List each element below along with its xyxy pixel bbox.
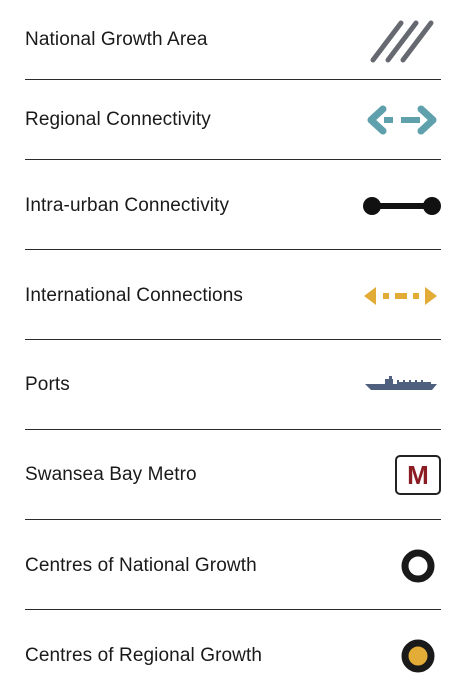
legend-label: Intra-urban Connectivity	[25, 195, 230, 216]
legend-item-swansea-bay-metro: Swansea Bay Metro M	[25, 435, 441, 515]
map-legend: National Growth Area Regional Connectivi…	[0, 0, 450, 676]
divider	[25, 249, 441, 250]
filled-ring-icon	[331, 626, 441, 686]
legend-item-international-connections: International Connections	[25, 256, 441, 336]
connector-line-icon	[331, 176, 441, 236]
divider	[25, 159, 441, 160]
dotted-arrow-icon	[331, 266, 441, 326]
metro-badge: M	[395, 455, 441, 495]
legend-item-regional-connectivity: Regional Connectivity	[25, 80, 441, 160]
legend-label: Centres of National Growth	[25, 555, 257, 576]
legend-item-intra-urban-connectivity: Intra-urban Connectivity	[25, 166, 441, 246]
divider	[25, 519, 441, 520]
legend-label: Centres of Regional Growth	[25, 645, 263, 666]
legend-item-centres-of-regional-growth: Centres of Regional Growth	[25, 616, 441, 696]
legend-label: Ports	[25, 374, 70, 395]
legend-label: National Growth Area	[25, 29, 208, 50]
legend-item-ports: Ports	[25, 345, 441, 425]
legend-item-centres-of-national-growth: Centres of National Growth	[25, 526, 441, 606]
legend-item-national-growth-area: National Growth Area	[25, 0, 441, 80]
legend-label: Regional Connectivity	[25, 109, 211, 130]
divider	[25, 429, 441, 430]
divider	[25, 609, 441, 610]
metro-icon: M	[331, 445, 441, 505]
legend-label: International Connections	[25, 285, 243, 306]
ship-icon	[331, 355, 441, 415]
metro-letter: M	[407, 460, 429, 490]
ring-icon	[331, 536, 441, 596]
divider	[25, 339, 441, 340]
double-arrow-dashed-icon	[331, 90, 441, 150]
hatch-lines-icon	[331, 10, 441, 70]
legend-label: Swansea Bay Metro	[25, 464, 197, 485]
